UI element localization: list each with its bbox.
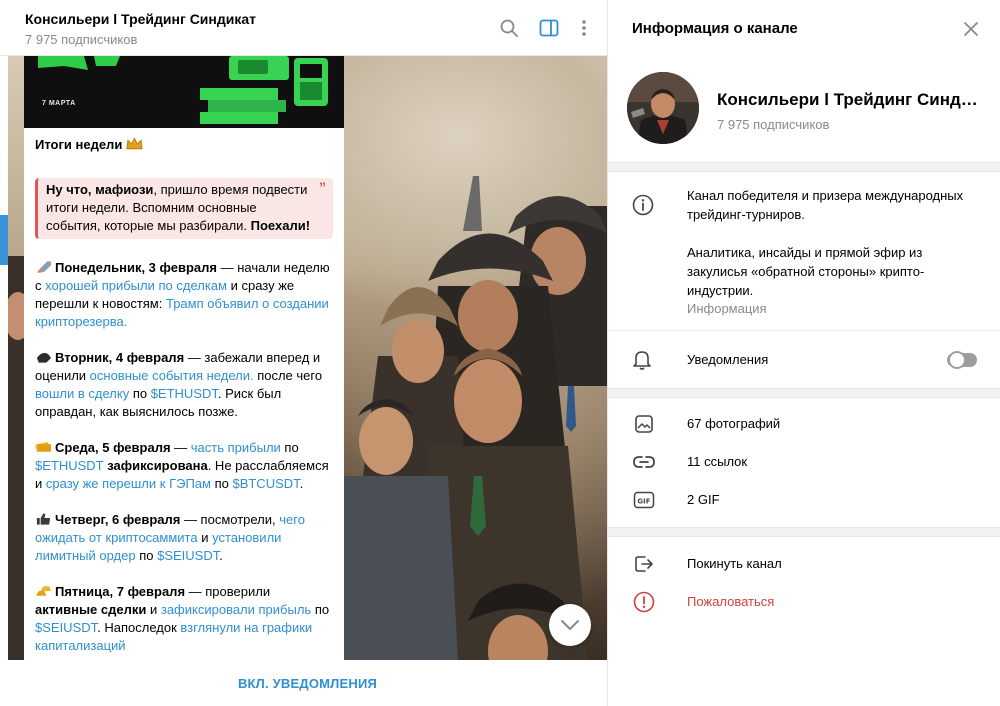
thumbs-up-icon: [36, 513, 51, 525]
divider: [608, 388, 1000, 398]
bottom-bar: ВКЛ. УВЕДОМЛЕНИЯ: [8, 660, 607, 706]
chat-subscriber-count: 7 975 подписчиков: [25, 32, 138, 47]
chat-title[interactable]: Консильери l Трейдинг Синдикат: [25, 11, 256, 27]
weekly-title: Итоги недели: [35, 136, 333, 154]
leave-channel-label: Покинуть канал: [687, 556, 782, 571]
link[interactable]: вошли в сделку: [35, 386, 129, 401]
day-tuesday: Вторник, 4 февраля — забежали вперед и о…: [35, 350, 323, 419]
description-caption: Информация: [687, 301, 767, 316]
search-icon[interactable]: [495, 14, 523, 42]
quote-block: ” Ну что, мафиози, пришло время подвести…: [35, 178, 333, 239]
day-friday: Пятница, 7 февраля — проверили активные …: [35, 584, 330, 653]
about-section: Канал победителя и призера международных…: [608, 172, 1000, 330]
message-image[interactable]: 7 МАРТА: [24, 56, 344, 128]
divider: [608, 162, 1000, 172]
tickets-icon: [35, 442, 52, 452]
notifications-row[interactable]: Уведомления: [608, 330, 1000, 388]
gifs-count: 2 GIF: [687, 492, 720, 507]
more-vertical-icon[interactable]: [570, 14, 598, 42]
divider: [608, 527, 1000, 537]
edge-accent: [0, 215, 8, 265]
day-monday: Понедельник, 3 февраля — начали неделю с…: [35, 260, 330, 329]
chat-header[interactable]: Консильери l Трейдинг Синдикат 7 975 под…: [0, 0, 607, 56]
photos-row[interactable]: 67 фотографий: [608, 404, 1000, 442]
day-wednesday: Среда, 5 февраля — часть прибыли по $ETH…: [35, 440, 329, 491]
leave-channel-row[interactable]: Покинуть канал: [608, 544, 1000, 582]
photos-count: 67 фотографий: [687, 416, 781, 431]
bell-icon: [632, 349, 652, 376]
gif-icon: GIF: [632, 490, 656, 510]
running-icon: [36, 352, 52, 363]
quote-icon: ”: [319, 179, 326, 195]
chevron-down-icon: [561, 620, 579, 630]
link[interactable]: часть прибыли: [191, 440, 281, 455]
links-row[interactable]: 11 ссылок: [608, 442, 1000, 480]
gold-bars-icon: [35, 586, 52, 596]
link[interactable]: $BTCUSDT: [232, 476, 299, 491]
links-count: 11 ссылок: [687, 454, 748, 469]
crown-icon: [126, 137, 143, 150]
link[interactable]: зафиксировали прибыль: [161, 602, 311, 617]
rocket-icon: [36, 261, 52, 273]
message-text: Итоги недели ” Ну что, мафиози, пришло в…: [24, 128, 344, 655]
link[interactable]: сразу же перешли к ГЭПам: [46, 476, 211, 491]
info-header: Информация о канале: [608, 0, 1000, 56]
gifs-row[interactable]: GIF 2 GIF: [608, 480, 1000, 518]
day-thursday: Четверг, 6 февраля — посмотрели, чего ож…: [35, 512, 305, 563]
notifications-toggle[interactable]: [947, 351, 977, 369]
channel-info-panel: Информация о канале Консильери l Трейдин…: [608, 0, 1000, 706]
close-icon[interactable]: [960, 18, 982, 40]
link-icon: [632, 452, 656, 472]
info-icon: [632, 194, 654, 221]
actions-list: Покинуть канал Пожаловаться: [608, 537, 1000, 620]
channel-subscriber-count: 7 975 подписчиков: [717, 117, 830, 132]
chat-column: Консильери l Трейдинг Синдикат 7 975 под…: [0, 0, 608, 706]
report-row[interactable]: Пожаловаться: [608, 582, 1000, 620]
sidebar-toggle-icon[interactable]: [535, 14, 563, 42]
report-label: Пожаловаться: [687, 594, 775, 609]
info-title: Информация о канале: [632, 20, 798, 37]
avatar[interactable]: [627, 72, 699, 144]
channel-description: Канал победителя и призера международных…: [687, 188, 964, 298]
scroll-down-button[interactable]: [549, 604, 591, 646]
link[interactable]: хорошей прибыли по сделкам: [45, 278, 227, 293]
link[interactable]: $ETHUSDT: [35, 458, 104, 473]
photo-icon: [632, 414, 656, 434]
enable-notifications-button[interactable]: ВКЛ. УВЕДОМЛЕНИЯ: [238, 676, 377, 691]
link[interactable]: $SEIUSDT: [35, 620, 97, 635]
channel-name: Консильери l Трейдинг Синдикат: [717, 90, 979, 109]
channel-profile: Консильери l Трейдинг Синдикат 7 975 под…: [608, 56, 1000, 162]
notifications-label: Уведомления: [687, 352, 769, 367]
link[interactable]: $ETHUSDT: [151, 386, 218, 401]
warning-icon: [632, 591, 656, 613]
link[interactable]: $SEIUSDT: [157, 548, 219, 563]
channel-message[interactable]: 7 МАРТА Итоги недели ” Ну что, мафиози, …: [24, 56, 344, 660]
image-date: 7 МАРТА: [42, 100, 76, 107]
svg-text:GIF: GIF: [637, 498, 650, 506]
link[interactable]: основные события недели.: [90, 368, 254, 383]
media-list: 67 фотографий 11 ссылок GIF 2 GIF: [608, 398, 1000, 518]
leave-icon: [632, 554, 656, 574]
